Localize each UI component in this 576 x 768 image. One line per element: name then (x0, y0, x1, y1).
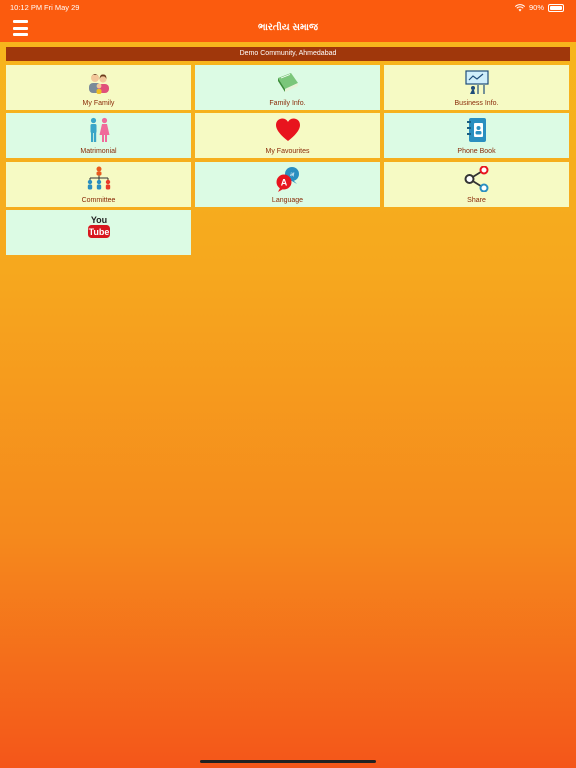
youtube-tube-text: Tube (88, 227, 109, 237)
status-date: Fri May 29 (44, 3, 80, 12)
contact-book-icon (466, 118, 486, 142)
youtube-icon: You Tube (87, 215, 110, 238)
couple-icon (90, 117, 109, 142)
tile-matrimonial[interactable]: Matrimonial (6, 113, 191, 158)
tile-label: Business Info. (454, 100, 499, 107)
share-icon (464, 166, 488, 192)
svg-text:अ: अ (289, 172, 294, 179)
heart-icon (275, 118, 300, 141)
tile-label: My Favourites (265, 148, 310, 155)
youtube-you-text: You (90, 215, 106, 225)
svg-text:A: A (280, 178, 287, 188)
home-indicator[interactable] (200, 760, 376, 763)
book-icon (277, 73, 298, 92)
tile-language[interactable]: अ A Language (195, 162, 380, 207)
tile-my-family[interactable]: My Family (6, 65, 191, 110)
battery-icon (548, 3, 564, 12)
status-right: 90% (514, 3, 564, 12)
nav-bar: ભારતીય સમાજ (0, 14, 576, 42)
status-time: 10:12 PM (10, 3, 43, 12)
family-icon (88, 74, 109, 94)
wifi-icon (514, 3, 525, 11)
tile-share[interactable]: Share (384, 162, 569, 207)
tile-family-info[interactable]: Family Info. (195, 65, 380, 110)
tile-label: My Family (82, 100, 115, 107)
battery-percent: 90% (528, 3, 544, 12)
page-title: ભારતીય સમાજ (258, 22, 318, 33)
tile-label: Phone Book (457, 148, 496, 155)
tile-committee[interactable]: Committee (6, 162, 191, 207)
status-bar: 10:12 PM Fri May 29 90% (0, 0, 576, 14)
language-icon: अ A (276, 167, 299, 192)
community-banner: Demo Community, Ahmedabad (6, 47, 570, 61)
tile-youtube[interactable]: You Tube (6, 210, 191, 255)
tile-my-favourites[interactable]: My Favourites (195, 113, 380, 158)
tile-label: Matrimonial (80, 148, 117, 155)
tile-label: Family Info. (269, 100, 306, 107)
tile-business-info[interactable]: Business Info. (384, 65, 569, 110)
presentation-icon (464, 70, 489, 94)
tile-label: Share (467, 197, 486, 204)
tile-phone-book[interactable]: Phone Book (384, 113, 569, 158)
tile-label: Language (271, 197, 304, 204)
org-chart-icon (87, 166, 110, 190)
tile-label: Committee (81, 197, 116, 204)
